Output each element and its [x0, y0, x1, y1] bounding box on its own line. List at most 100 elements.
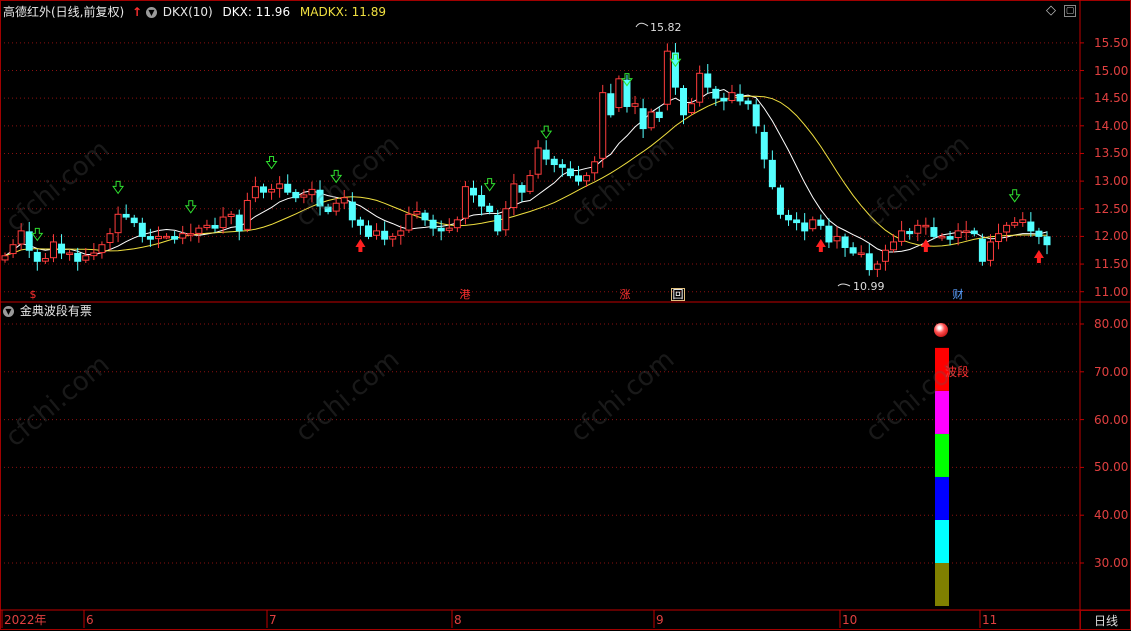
candle-body: [98, 244, 106, 254]
event-marker-limit-up[interactable]: 涨: [618, 288, 632, 301]
time-tick-label: 9: [656, 613, 664, 627]
price-tick-label: 15.50: [1094, 35, 1129, 50]
candle-body: [655, 111, 663, 119]
candle-body: [227, 213, 235, 218]
candle-body: [33, 251, 41, 262]
candle-body: [453, 219, 461, 229]
time-tick-label: 7: [269, 613, 277, 627]
candle-body: [898, 230, 906, 242]
candle-body: [954, 230, 962, 239]
candle-body: [825, 225, 833, 243]
candle-body: [962, 230, 970, 233]
candle-body: [615, 78, 623, 109]
buy-arrow-icon: [815, 238, 826, 252]
band-segment: [935, 519, 949, 563]
candle-body: [461, 186, 469, 219]
candle-body: [881, 249, 889, 262]
candle-body: [381, 230, 389, 240]
price-chart[interactable]: [0, 0, 1131, 630]
price-tick-label: 13.50: [1094, 146, 1129, 161]
candle-body: [760, 131, 768, 160]
candle-body: [922, 224, 930, 228]
time-tick-label: 2022年: [4, 613, 47, 627]
candle-body: [292, 191, 300, 199]
candle-body: [276, 183, 284, 189]
price-tick-label: 12.00: [1094, 229, 1129, 244]
sell-arrow-icon: [184, 200, 197, 214]
candle-body: [986, 241, 994, 261]
candle-body: [82, 255, 90, 261]
event-marker-finance[interactable]: 财: [951, 288, 965, 301]
candle-body: [203, 224, 211, 229]
candle-body: [591, 161, 599, 174]
candle-body: [841, 236, 849, 248]
candle-body: [469, 187, 477, 196]
band-segment: [935, 433, 949, 477]
event-marker-back[interactable]: 回: [671, 288, 685, 301]
candle-body: [728, 92, 736, 102]
candle-body: [397, 230, 405, 236]
candle-body: [66, 252, 74, 255]
candle-body: [930, 227, 938, 237]
candle-body: [195, 227, 203, 234]
candle-body: [946, 236, 954, 240]
candle-body: [114, 213, 122, 234]
candle-body: [502, 208, 510, 231]
indicator-tick-label: 70.00: [1094, 364, 1129, 379]
candle-body: [235, 214, 243, 232]
candle-body: [211, 224, 219, 229]
candle-body: [696, 72, 704, 103]
sell-arrow-icon: [265, 156, 278, 170]
candle-body: [106, 233, 114, 243]
candle-body: [74, 252, 82, 262]
candle-body: [90, 252, 98, 257]
candle-body: [413, 211, 421, 215]
candle-body: [364, 225, 372, 237]
candle-body: [1003, 224, 1011, 233]
candle-body: [995, 233, 1003, 243]
candle-body: [171, 236, 179, 240]
candle-body: [478, 194, 486, 207]
candle-body: [25, 231, 33, 251]
indicator-tick-label: 80.00: [1094, 317, 1129, 331]
candle-body: [833, 235, 841, 242]
candle-body: [857, 252, 865, 255]
candle-body: [914, 224, 922, 234]
candle-body: [938, 235, 946, 239]
low-pointer: [837, 283, 851, 287]
candle-body: [550, 158, 558, 166]
candle-body: [978, 238, 986, 262]
event-marker-dollar[interactable]: $: [26, 288, 40, 301]
price-tick-label: 14.00: [1094, 118, 1129, 133]
candle-body: [138, 222, 146, 237]
candle-body: [356, 219, 364, 226]
candle-body: [970, 230, 978, 235]
dkx-line: [4, 88, 1048, 257]
candle-body: [122, 213, 130, 218]
madkx-line: [4, 95, 1047, 257]
candle-body: [9, 244, 17, 255]
candle-body: [510, 183, 518, 209]
candle-body: [1, 255, 9, 261]
candle-body: [688, 103, 696, 114]
candle-body: [405, 213, 413, 231]
high-price-label: 15.82: [650, 21, 682, 34]
candle-body: [41, 258, 49, 262]
candle-body: [631, 103, 639, 107]
candle-body: [817, 219, 825, 226]
candle-body: [429, 219, 437, 229]
candle-body: [534, 147, 542, 175]
event-marker-hk[interactable]: 港: [458, 288, 472, 301]
period-button[interactable]: 日线: [1080, 610, 1131, 630]
indicator-tick-label: 60.00: [1094, 412, 1129, 427]
band-segment: [935, 476, 949, 520]
sell-arrow-icon: [112, 180, 125, 195]
band-segment: [935, 563, 949, 607]
sell-arrow-icon: [540, 125, 553, 139]
time-tick-label: 8: [454, 613, 462, 627]
price-tick-label: 11.50: [1094, 257, 1129, 272]
sell-arrow-icon: [1008, 189, 1021, 203]
candle-body: [187, 233, 195, 236]
candle-body: [801, 222, 809, 232]
candle-body: [219, 216, 227, 229]
